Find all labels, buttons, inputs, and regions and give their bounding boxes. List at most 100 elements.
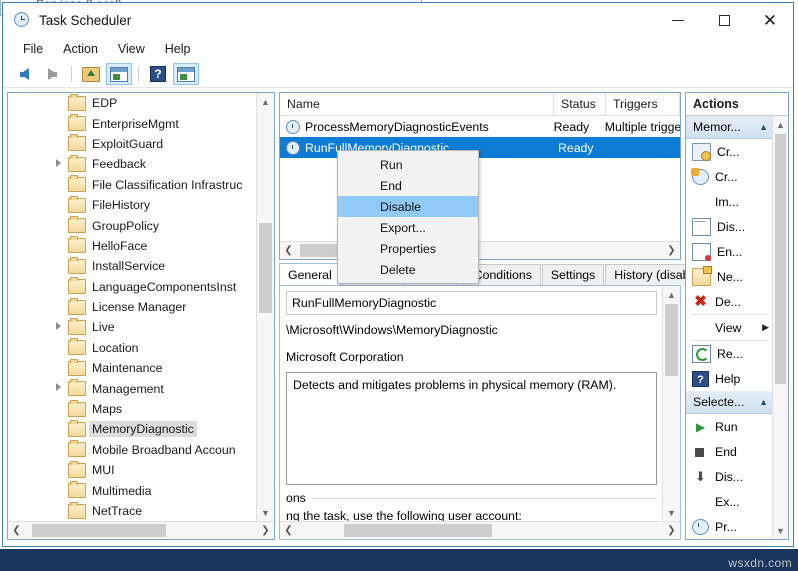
action-item[interactable]: En... (686, 239, 773, 264)
actions-vertical-scrollbar[interactable]: ▲ ▼ (772, 116, 788, 539)
actions-scroll-thumb[interactable] (775, 134, 786, 384)
blank-icon (692, 494, 709, 510)
action-item[interactable]: Re... (686, 341, 773, 366)
action-item[interactable]: Cr... (686, 164, 773, 189)
action-item[interactable]: Ne... (686, 264, 773, 289)
action-item[interactable]: Ex... (686, 489, 773, 514)
tree-node-maps[interactable]: Maps (8, 399, 256, 419)
tree-node-exploitguard[interactable]: ExploitGuard (8, 134, 256, 154)
scroll-up-icon[interactable]: ▲ (773, 116, 788, 133)
scroll-left-icon[interactable]: ❮ (280, 522, 297, 539)
tree-scroll-thumb[interactable] (259, 223, 272, 313)
menu-help[interactable]: Help (155, 40, 201, 58)
scroll-left-icon[interactable]: ❮ (280, 242, 297, 259)
action-item[interactable]: ? Help (686, 366, 773, 391)
chevron-up-icon[interactable]: ▲ (759, 122, 768, 132)
column-header-triggers[interactable]: Triggers (606, 93, 680, 115)
tree-node-multimedia[interactable]: Multimedia (8, 480, 256, 500)
show-hide-action-pane-button[interactable] (173, 63, 199, 85)
menu-action[interactable]: Action (53, 40, 108, 58)
context-menu-item-label: Disable (380, 199, 422, 214)
maximize-button[interactable] (701, 4, 747, 37)
task-description-field[interactable]: Detects and mitigates problems in physic… (286, 372, 657, 485)
tree-node-location[interactable]: Location (8, 338, 256, 358)
close-button[interactable]: ✕ (747, 4, 793, 37)
action-item[interactable]: ⬇ Dis... (686, 464, 773, 489)
tab-settings[interactable]: Settings (541, 264, 605, 285)
task-name-field[interactable]: RunFullMemoryDiagnostic (286, 291, 657, 315)
tree-horizontal-scrollbar[interactable]: ❮ ❯ (8, 521, 274, 539)
tree-node-mobile-broadband-accoun[interactable]: Mobile Broadband Accoun (8, 440, 256, 460)
expand-arrow-icon[interactable] (56, 383, 61, 392)
action-item[interactable]: ▶ Run (686, 414, 773, 439)
action-item[interactable]: View ▶ (686, 315, 773, 340)
action-item[interactable]: Dis... (686, 214, 773, 239)
detail-hscroll-thumb[interactable] (344, 524, 492, 537)
task-context-menu: Run End Disable Export... Properties Delete (337, 150, 479, 284)
scroll-down-icon[interactable]: ▼ (257, 504, 274, 521)
tree-node-maintenance[interactable]: Maintenance (8, 358, 256, 378)
chevron-up-icon[interactable]: ▲ (759, 397, 768, 407)
scroll-up-icon[interactable]: ▲ (663, 286, 680, 303)
tree-node-license-manager[interactable]: License Manager (8, 297, 256, 317)
tree-node-feedback[interactable]: Feedback (8, 154, 256, 174)
submenu-arrow-icon[interactable]: ▶ (762, 322, 769, 333)
column-header-status[interactable]: Status (554, 93, 606, 115)
minimize-button[interactable] (655, 4, 701, 37)
tree-node-memorydiagnostic[interactable]: MemoryDiagnostic (8, 419, 256, 439)
action-item[interactable]: Pr... (686, 514, 773, 539)
action-item[interactable]: Im... (686, 189, 773, 214)
tree-node-installservice[interactable]: InstallService (8, 256, 256, 276)
expand-arrow-icon[interactable] (56, 159, 61, 168)
scroll-up-icon[interactable]: ▲ (257, 93, 274, 110)
expand-arrow-icon[interactable] (56, 322, 61, 331)
tree-node-nettrace[interactable]: NetTrace (8, 501, 256, 521)
context-menu-item-delete[interactable]: Delete (338, 259, 478, 280)
context-menu-item-run[interactable]: Run (338, 154, 478, 175)
column-header-name[interactable]: Name (280, 93, 554, 115)
tree-node-enterprisemgmt[interactable]: EnterpriseMgmt (8, 113, 256, 133)
forward-button[interactable] (39, 63, 65, 85)
tree-node-grouppolicy[interactable]: GroupPolicy (8, 215, 256, 235)
scroll-right-icon[interactable]: ❯ (663, 242, 680, 259)
actions-group-header[interactable]: Selecte... ▲ (686, 391, 773, 414)
context-menu-item-export[interactable]: Export... (338, 217, 478, 238)
scroll-right-icon[interactable]: ❯ (663, 522, 680, 539)
folder-icon (68, 175, 86, 193)
action-item[interactable]: ✖ De... (686, 289, 773, 314)
menu-file[interactable]: File (13, 40, 53, 58)
tree-node-filehistory[interactable]: FileHistory (8, 195, 256, 215)
tree-vertical-scrollbar[interactable]: ▲ ▼ (256, 93, 274, 521)
tree-node-helloface[interactable]: HelloFace (8, 236, 256, 256)
tree-node-languagecomponentsinst[interactable]: LanguageComponentsInst (8, 277, 256, 297)
context-menu-item-disable[interactable]: Disable (338, 196, 478, 217)
scroll-right-icon[interactable]: ❯ (257, 522, 274, 539)
action-item[interactable]: End (686, 439, 773, 464)
scroll-down-icon[interactable]: ▼ (773, 522, 788, 539)
tree-node-file-classification-infrastruc[interactable]: File Classification Infrastruc (8, 175, 256, 195)
up-one-level-button[interactable] (78, 63, 104, 85)
tree-node-mui[interactable]: MUI (8, 460, 256, 480)
action-item-label: Ex... (715, 494, 740, 509)
tree-hscroll-thumb[interactable] (32, 524, 166, 537)
detail-vertical-scrollbar[interactable]: ▲ ▼ (662, 286, 680, 521)
task-list-row[interactable]: ProcessMemoryDiagnosticEvents Ready Multip… (280, 116, 680, 137)
context-menu-item-end[interactable]: End (338, 175, 478, 196)
tree-node-live[interactable]: Live (8, 317, 256, 337)
tree-node-label: MemoryDiagnostic (89, 421, 197, 438)
context-menu-item-properties[interactable]: Properties (338, 238, 478, 259)
help-icon[interactable]: ? (145, 63, 171, 85)
menu-view[interactable]: View (108, 40, 155, 58)
run-icon: ▶ (695, 419, 706, 434)
back-button[interactable] (11, 63, 37, 85)
scroll-left-icon[interactable]: ❮ (8, 522, 25, 539)
tree-node-management[interactable]: Management (8, 378, 256, 398)
detail-horizontal-scrollbar[interactable]: ❮ ❯ (280, 521, 680, 539)
tab-general[interactable]: General (279, 263, 341, 285)
scroll-down-icon[interactable]: ▼ (663, 504, 680, 521)
tree-node-edp[interactable]: EDP (8, 93, 256, 113)
detail-scroll-thumb[interactable] (665, 304, 678, 376)
actions-group-header[interactable]: Memor... ▲ (686, 116, 773, 139)
show-hide-console-tree-button[interactable] (106, 63, 132, 85)
action-item[interactable]: Cr... (686, 139, 773, 164)
